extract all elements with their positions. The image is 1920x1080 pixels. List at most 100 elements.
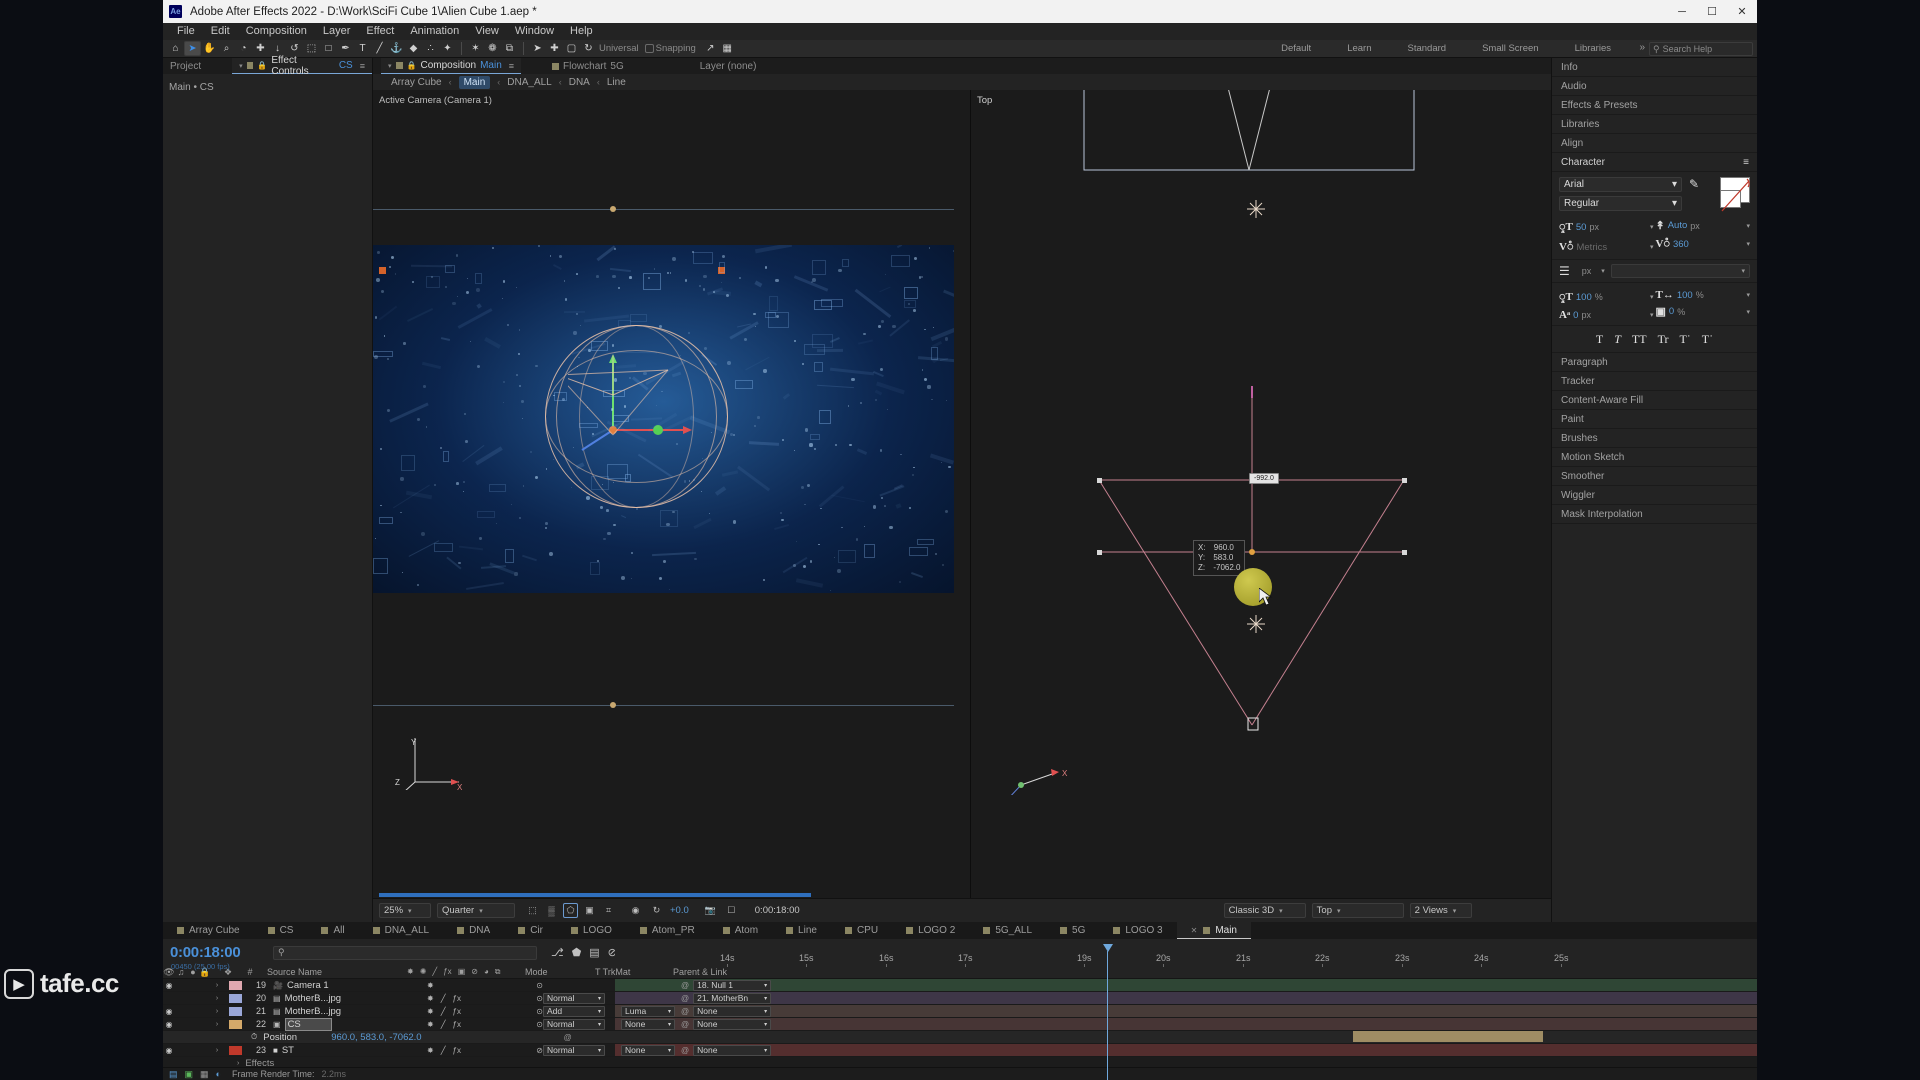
baseline-shift-row[interactable]: Aᵃ 0 px ▾ xyxy=(1559,309,1654,321)
collapse-switch[interactable]: ╱ xyxy=(441,994,446,1003)
horizontal-scale-row[interactable]: T↔ 100 % ▾ xyxy=(1656,289,1751,301)
3d-layer-switch[interactable]: ✸ xyxy=(427,981,434,990)
layer-parent-select[interactable]: 21. MotherBn ▾ xyxy=(693,992,772,1004)
layer-mode-select[interactable]: Normal ▾ xyxy=(543,1018,605,1030)
chevron-down-icon-tracking[interactable]: ▾ xyxy=(1746,240,1750,248)
parent-pickwhip-icon[interactable]: @ xyxy=(681,1020,689,1029)
viewer-top[interactable]: Top -992.0 X: 960.0 Y: 583.0 Z: -7062.0 … xyxy=(971,90,1551,898)
quality-switch[interactable]: ⊘ xyxy=(536,1046,543,1055)
stroke-style-select[interactable]: ▾ xyxy=(1610,264,1750,278)
breadcrumb-item-dna_all[interactable]: DNA_ALL xyxy=(507,77,551,88)
workspace-tab-standard[interactable]: Standard xyxy=(1390,40,1465,58)
chevron-down-icon-leading[interactable]: ▾ xyxy=(1746,222,1750,230)
layer-switches[interactable]: ✸ ╱ ƒx ⊙ xyxy=(423,1020,543,1029)
stroke-align-icon[interactable]: ☰ xyxy=(1559,264,1570,278)
comp-lock-icon[interactable]: 🔒 xyxy=(407,61,417,70)
menu-item-animation[interactable]: Animation xyxy=(402,23,467,40)
parent-pickwhip-icon[interactable]: @ xyxy=(681,994,689,1003)
puppet-starch-pin-icon[interactable]: ❁ xyxy=(484,41,501,57)
exposure-value[interactable]: +0.0 xyxy=(670,905,689,916)
timeline-tab-all[interactable]: All xyxy=(307,922,358,939)
timeline-tab-logo-2[interactable]: LOGO 2 xyxy=(892,922,969,939)
chevron-down-icon-fontsize[interactable]: ▾ xyxy=(1650,223,1654,231)
timeline-ruler[interactable]: 14s 15s 16s 17s 19s 20s 21s 22s 23s 24s 25s xyxy=(615,939,1757,967)
layer-label-color[interactable] xyxy=(229,993,242,1003)
font-size-row[interactable]: ᮣT 50 px ▾ xyxy=(1559,219,1654,235)
chevron-down-icon-baseline[interactable]: ▾ xyxy=(1650,311,1654,319)
panel-row-smoother[interactable]: Smoother xyxy=(1552,467,1757,486)
menu-item-file[interactable]: File xyxy=(169,23,203,40)
fx-switch[interactable]: ƒx xyxy=(453,994,461,1003)
show-snapshot-icon[interactable]: ☐ xyxy=(724,903,739,918)
parent-pickwhip-icon[interactable]: @ xyxy=(681,1046,689,1055)
rotate-icon[interactable]: ↻ xyxy=(580,41,597,57)
timeline-tab-line[interactable]: Line xyxy=(772,922,831,939)
3d-layer-icon[interactable]: ✸ xyxy=(407,967,414,977)
chevron-down-icon-kerning[interactable]: ▾ xyxy=(1650,243,1654,251)
lock-icon[interactable]: 🔒 xyxy=(257,61,267,70)
chevron-down-icon-vscale[interactable]: ▾ xyxy=(1650,293,1654,301)
workspace-overflow-icon[interactable]: » xyxy=(1639,42,1645,53)
shy-icon[interactable]: ▦ xyxy=(200,1069,209,1080)
fx-icon[interactable]: ƒx xyxy=(443,967,451,977)
parent-pickwhip-icon[interactable]: @ xyxy=(681,981,689,990)
panel-row-brushes[interactable]: Brushes xyxy=(1552,429,1757,448)
layer-name[interactable]: MotherB...jpg xyxy=(285,1006,342,1017)
fx-switch[interactable]: ƒx xyxy=(453,1007,461,1016)
leading-row[interactable]: ↟ Auto px ▾ xyxy=(1656,219,1751,232)
collapse-switch[interactable]: ╱ xyxy=(441,1046,446,1055)
timeline-layer-row[interactable]: ◉ › 19 🎥 Camera 1 ✸ ⊙ @18. Null 1 ▾ xyxy=(163,979,1757,992)
workspace-tab-default[interactable]: Default xyxy=(1263,40,1329,58)
layer-trkmat-select[interactable]: None ▾ xyxy=(621,1018,675,1030)
superscript-icon[interactable]: T˙ xyxy=(1679,332,1690,347)
snapshot-icon[interactable]: 📷 xyxy=(703,903,718,918)
tab-composition-main[interactable]: ▾ 🔒 Composition Main ≡ xyxy=(381,58,522,74)
layer-switches[interactable]: ✸ ╱ ƒx ⊙ xyxy=(423,1007,543,1016)
layer-switches[interactable]: ✸ ╱ ƒx ⊘ xyxy=(423,1046,543,1055)
menu-item-edit[interactable]: Edit xyxy=(203,23,238,40)
workspace-tab-libraries[interactable]: Libraries xyxy=(1557,40,1629,58)
layer-label-color[interactable] xyxy=(229,980,242,990)
playhead-marker[interactable] xyxy=(1103,944,1113,952)
panel-row-info[interactable]: Info xyxy=(1552,58,1757,77)
timeline-tab-5g_all[interactable]: 5G_ALL xyxy=(969,922,1046,939)
layer-name[interactable]: Camera 1 xyxy=(287,980,329,991)
timeline-current-time[interactable]: 0:00:18:00 xyxy=(170,944,263,961)
timeline-layer-row[interactable]: ◉ › 23 ■ ST ✸ ╱ ƒx ⊘ Normal ▾ None ▾ @ None ▾ xyxy=(163,1044,1757,1057)
puppet-position-pin-icon[interactable]: ✶ xyxy=(467,41,484,57)
panel-row-motion-sketch[interactable]: Motion Sketch xyxy=(1552,448,1757,467)
chevron-down-icon-hscale[interactable]: ▾ xyxy=(1746,291,1750,299)
menu-item-help[interactable]: Help xyxy=(562,23,601,40)
resolution-select[interactable]: Quarter ▾ xyxy=(437,903,515,918)
faux-bold-icon[interactable]: T xyxy=(1596,332,1603,347)
snapping-checkbox[interactable] xyxy=(644,44,654,53)
adjustment-icon[interactable]: ╱ xyxy=(432,967,437,977)
3d-layer-switch[interactable]: ✸ xyxy=(427,1020,434,1029)
tab-layer[interactable]: Layer (none) xyxy=(693,58,764,74)
all-caps-icon[interactable]: TT xyxy=(1632,332,1647,347)
layer-mode-select[interactable]: Normal ▾ xyxy=(543,1044,605,1056)
layer-visibility-toggle[interactable]: ◉ xyxy=(163,1007,175,1016)
hand-tool[interactable]: ✋ xyxy=(201,41,218,57)
layer-parent-select[interactable]: 18. Null 1 ▾ xyxy=(693,979,772,991)
timeline-tab-logo[interactable]: LOGO xyxy=(557,922,626,939)
timeline-search-input[interactable]: ⚲ xyxy=(273,945,537,960)
property-value-position[interactable]: 960.0, 583.0, -7062.0 xyxy=(331,1032,421,1043)
panel-row-paint[interactable]: Paint xyxy=(1552,410,1757,429)
menu-item-window[interactable]: Window xyxy=(507,23,562,40)
quality-switch[interactable]: ⊙ xyxy=(536,1007,543,1016)
faux-italic-icon[interactable]: T xyxy=(1614,332,1621,347)
roto-brush-tool[interactable]: ∴ xyxy=(422,41,439,57)
reset-exposure-icon[interactable]: ↻ xyxy=(649,903,664,918)
menu-item-layer[interactable]: Layer xyxy=(315,23,359,40)
panel-row-effects-presets[interactable]: Effects & Presets xyxy=(1552,96,1757,115)
views-count-select[interactable]: 2 Views ▾ xyxy=(1409,903,1472,918)
minimize-button[interactable]: ─ xyxy=(1667,0,1697,23)
transparency-grid-icon[interactable]: ▒ xyxy=(544,903,559,918)
panel-row-paragraph[interactable]: Paragraph xyxy=(1552,353,1757,372)
3d-layer-switch[interactable]: ✸ xyxy=(427,1046,434,1055)
pen-tool[interactable]: ✒ xyxy=(337,41,354,57)
layer-mode-select[interactable]: Normal ▾ xyxy=(543,992,605,1004)
layer-label-color[interactable] xyxy=(229,1045,242,1055)
small-caps-icon[interactable]: Tr xyxy=(1658,332,1669,347)
